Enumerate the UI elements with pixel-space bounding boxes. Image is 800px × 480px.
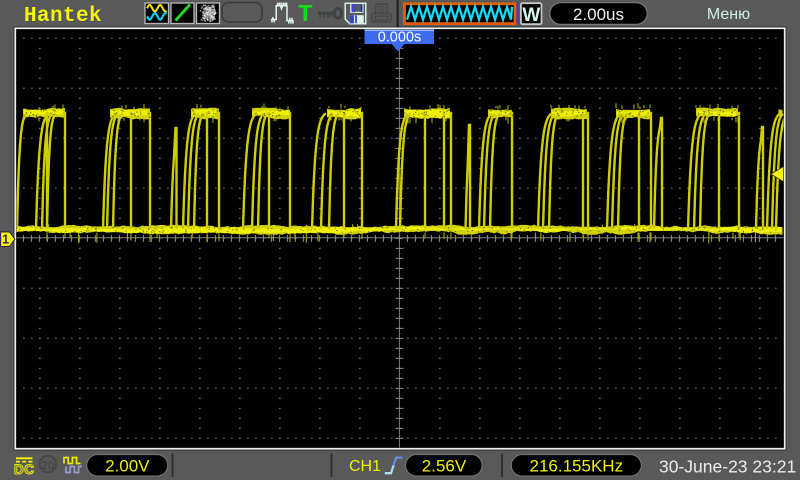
svg-text:CH1: CH1 — [349, 458, 381, 475]
svg-text:T: T — [298, 0, 313, 26]
svg-text:20: 20 — [41, 461, 54, 473]
svg-text:0.000s: 0.000s — [378, 30, 422, 46]
svg-text:2.00V: 2.00V — [105, 457, 150, 476]
svg-text:2.00us: 2.00us — [573, 5, 624, 24]
svg-text:DC: DC — [14, 462, 35, 477]
svg-text:Меню: Меню — [707, 6, 750, 23]
svg-text:30-June-23 23:21: 30-June-23 23:21 — [659, 457, 796, 477]
svg-text:1: 1 — [2, 233, 9, 247]
svg-text:216.155KHz: 216.155KHz — [530, 457, 624, 476]
svg-text:W: W — [522, 5, 540, 26]
svg-text:2.56V: 2.56V — [422, 457, 467, 476]
